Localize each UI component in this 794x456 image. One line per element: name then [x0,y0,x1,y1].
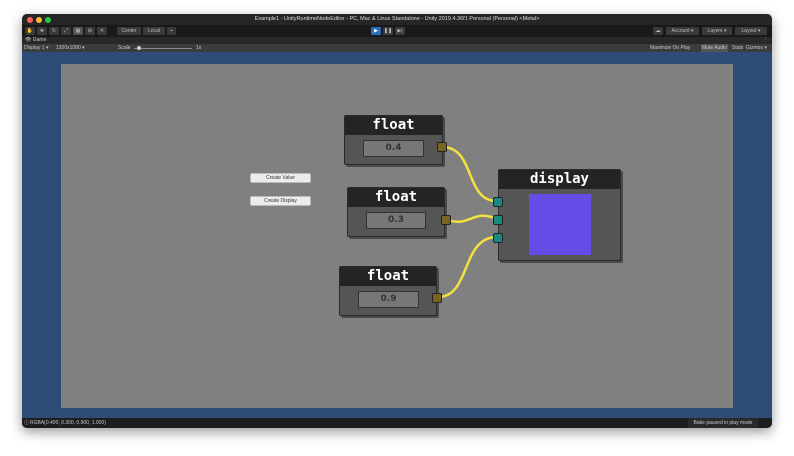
maximize-on-play-toggle[interactable]: Maximize On Play [650,44,690,52]
rotate-tool-icon[interactable]: ↻ [49,27,59,35]
status-bar: ⓘ RGBA(0.400, 0.300, 0.900, 1.000) Bake … [22,418,772,428]
snap-icon[interactable]: ▪ [167,27,176,35]
output-port[interactable] [441,215,451,225]
cloud-icon[interactable]: ☁ [653,27,663,35]
node-title: float [345,116,442,135]
scale-value: 1x [196,45,202,51]
layout-dropdown[interactable]: Layout ▾ [735,27,767,35]
scale-slider[interactable] [134,47,192,49]
create-display-button[interactable]: Create Display [250,196,311,206]
scale-label: Scale [118,45,131,51]
scale-slider-handle[interactable] [137,46,141,50]
bake-status: Bake paused in play mode [688,418,758,428]
wire-1 [441,145,498,203]
tab-game-label: Game [32,37,47,43]
display-dropdown[interactable]: Display 1 ▾ [24,44,48,52]
more-icon[interactable]: ⋮ [763,37,768,44]
console-message[interactable]: RGBA(0.400, 0.300, 0.900, 1.000) [30,420,106,426]
account-dropdown[interactable]: Account ▾ [666,27,699,35]
hand-tool-icon[interactable]: ✋ [25,27,35,35]
create-value-button[interactable]: Create Value [250,173,311,183]
pivot-center-button[interactable]: Center [117,27,141,35]
mute-audio-toggle[interactable]: Mute Audio [701,44,729,52]
title-bar: Example1 - UnityRuntimeNodeEditor - PC, … [22,14,772,25]
input-port-b[interactable] [493,233,503,243]
move-tool-icon[interactable]: ✥ [37,27,47,35]
tab-game[interactable]: 👁 Game ⋮ [22,37,772,44]
toolbar: ✋ ✥ ↻ ⤢ ▦ ⊞ ✕ Center Local ▪ ▶ ❚❚ ▶| ☁ A… [22,25,772,37]
game-view-bar: Display 1 ▾ 1920x1080 ▾ Scale 1x Maximiz… [22,44,772,52]
node-editor-canvas[interactable]: Create Value Create Display float 0.4 fl… [61,64,733,408]
stats-toggle[interactable]: Stats [732,44,743,52]
pivot-local-button[interactable]: Local [143,27,165,35]
float-value-input[interactable]: 0.9 [358,291,419,308]
scale-tool-icon[interactable]: ⤢ [61,27,71,35]
float-value-input[interactable]: 0.3 [366,212,426,229]
play-button[interactable]: ▶ [371,27,381,35]
game-icon: 👁 [25,37,33,43]
input-port-r[interactable] [493,197,503,207]
wire-2 [444,214,498,224]
info-icon: ⓘ [24,420,30,426]
transform-tool-icon[interactable]: ⊞ [85,27,95,35]
minimize-button[interactable] [36,17,42,23]
float-node[interactable]: float 0.9 [339,266,442,316]
window-title: Example1 - UnityRuntimeNodeEditor - PC, … [254,16,540,22]
node-title: float [348,188,444,207]
wire-3 [437,235,498,299]
layers-dropdown[interactable]: Layers ▾ [702,27,732,35]
resolution-dropdown[interactable]: 1920x1080 ▾ [56,44,85,52]
node-title: float [340,267,436,286]
close-button[interactable] [27,17,33,23]
output-port[interactable] [437,142,447,152]
node-title: display [499,170,620,189]
float-node[interactable]: float 0.3 [347,187,451,237]
rect-tool-icon[interactable]: ▦ [73,27,83,35]
custom-tool-icon[interactable]: ✕ [97,27,107,35]
float-value-input[interactable]: 0.4 [363,140,424,157]
editor-window: Example1 - UnityRuntimeNodeEditor - PC, … [22,14,772,428]
step-button[interactable]: ▶| [395,27,405,35]
game-viewport: Create Value Create Display float 0.4 fl… [22,52,772,418]
float-node[interactable]: float 0.4 [344,115,447,165]
pause-button[interactable]: ❚❚ [383,27,393,35]
color-preview [529,194,591,255]
input-port-g[interactable] [493,215,503,225]
gizmos-dropdown[interactable]: Gizmos ▾ [746,44,767,52]
output-port[interactable] [432,293,442,303]
display-node[interactable]: display [493,169,621,261]
maximize-button[interactable] [45,17,51,23]
